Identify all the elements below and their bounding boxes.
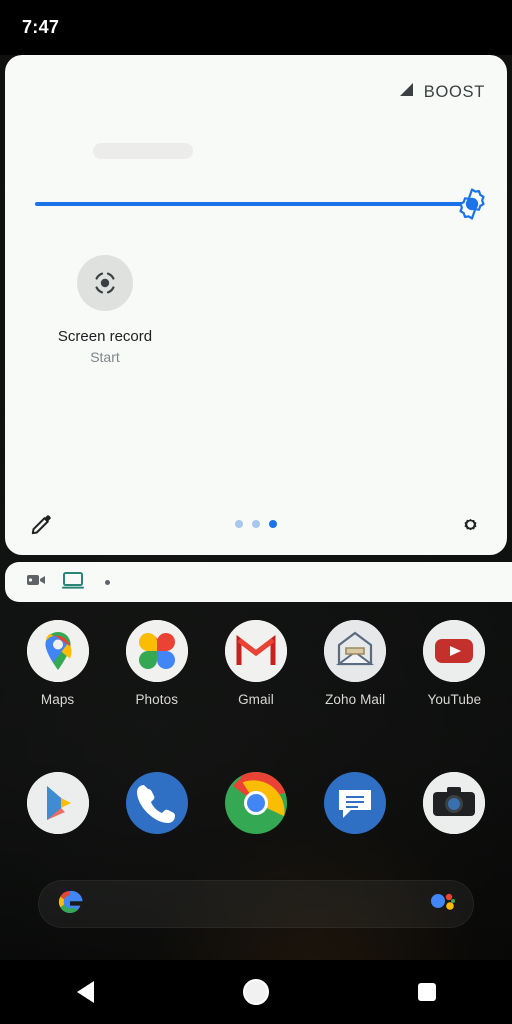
tile-state-label: Start xyxy=(90,349,120,365)
app-photos[interactable]: Photos xyxy=(114,620,200,707)
signal-triangle-icon xyxy=(398,81,416,104)
chrome-icon xyxy=(224,772,287,834)
tile-icon-background xyxy=(77,255,133,311)
back-triangle-icon xyxy=(76,981,94,1003)
cast-screen-icon xyxy=(61,569,85,596)
quick-settings-panel: BOOST Screen record Start xyxy=(5,55,507,555)
page-dot-3[interactable] xyxy=(269,520,277,528)
status-clock: 7:47 xyxy=(22,17,60,37)
recents-square-icon xyxy=(417,983,436,1001)
edit-tiles-button[interactable] xyxy=(27,509,57,539)
nav-recents-button[interactable] xyxy=(395,960,459,1024)
pencil-icon xyxy=(31,515,51,535)
app-label: Photos xyxy=(135,692,179,707)
play-store-icon xyxy=(26,772,89,834)
app-phone[interactable] xyxy=(114,772,200,844)
android-screen: Maps Photos Gmail Zoho Mail YouTube 7:47… xyxy=(0,0,512,1024)
app-play-store[interactable] xyxy=(15,772,101,844)
gmail-icon xyxy=(224,620,287,682)
app-zoho-mail[interactable]: Zoho Mail xyxy=(312,620,398,707)
google-photos-icon xyxy=(125,620,188,682)
app-chrome[interactable] xyxy=(213,772,299,844)
settings-button[interactable] xyxy=(455,509,485,539)
screen-record-icon xyxy=(95,272,115,294)
app-label: Gmail xyxy=(238,692,274,707)
panel-placeholder-ghost xyxy=(93,143,193,159)
zoho-mail-icon xyxy=(324,620,387,682)
page-indicator[interactable] xyxy=(235,520,277,528)
messages-icon xyxy=(324,772,387,834)
quick-settings-footer xyxy=(5,493,507,555)
notification-overflow-dot xyxy=(105,579,110,585)
app-label: YouTube xyxy=(427,692,482,707)
status-bar: 7:47 xyxy=(0,0,512,55)
boost-indicator[interactable]: BOOST xyxy=(398,81,485,104)
app-camera[interactable] xyxy=(411,772,497,844)
google-assistant-icon[interactable] xyxy=(429,892,455,917)
home-circle-icon xyxy=(242,979,269,1005)
phone-icon xyxy=(125,772,188,834)
brightness-sun-icon xyxy=(459,188,485,220)
youtube-icon xyxy=(423,620,486,682)
video-camera-icon xyxy=(25,569,47,596)
tile-screen-record[interactable]: Screen record Start xyxy=(49,255,161,365)
google-search-bar[interactable] xyxy=(38,880,474,928)
camera-icon xyxy=(423,772,486,834)
app-youtube[interactable]: YouTube xyxy=(411,620,497,707)
app-label: Zoho Mail xyxy=(325,692,386,707)
page-dot-2[interactable] xyxy=(252,520,260,528)
app-maps[interactable]: Maps xyxy=(15,620,101,707)
google-g-icon xyxy=(57,889,83,920)
brightness-slider-track[interactable] xyxy=(35,202,475,206)
nav-back-button[interactable] xyxy=(53,960,117,1024)
navigation-bar xyxy=(0,960,512,1024)
app-messages[interactable] xyxy=(312,772,398,844)
notification-strip[interactable] xyxy=(5,562,512,602)
app-row-2 xyxy=(0,772,512,844)
boost-label: BOOST xyxy=(423,83,485,101)
google-maps-icon xyxy=(26,620,89,682)
brightness-slider[interactable] xyxy=(35,187,485,223)
gear-icon xyxy=(463,518,477,530)
tile-label: Screen record xyxy=(57,328,153,345)
app-label: Maps xyxy=(40,692,75,707)
brightness-slider-thumb[interactable] xyxy=(455,187,489,221)
app-row-1: Maps Photos Gmail Zoho Mail YouTube xyxy=(0,620,512,707)
page-dot-1[interactable] xyxy=(235,520,243,528)
app-gmail[interactable]: Gmail xyxy=(213,620,299,707)
nav-home-button[interactable] xyxy=(224,960,288,1024)
